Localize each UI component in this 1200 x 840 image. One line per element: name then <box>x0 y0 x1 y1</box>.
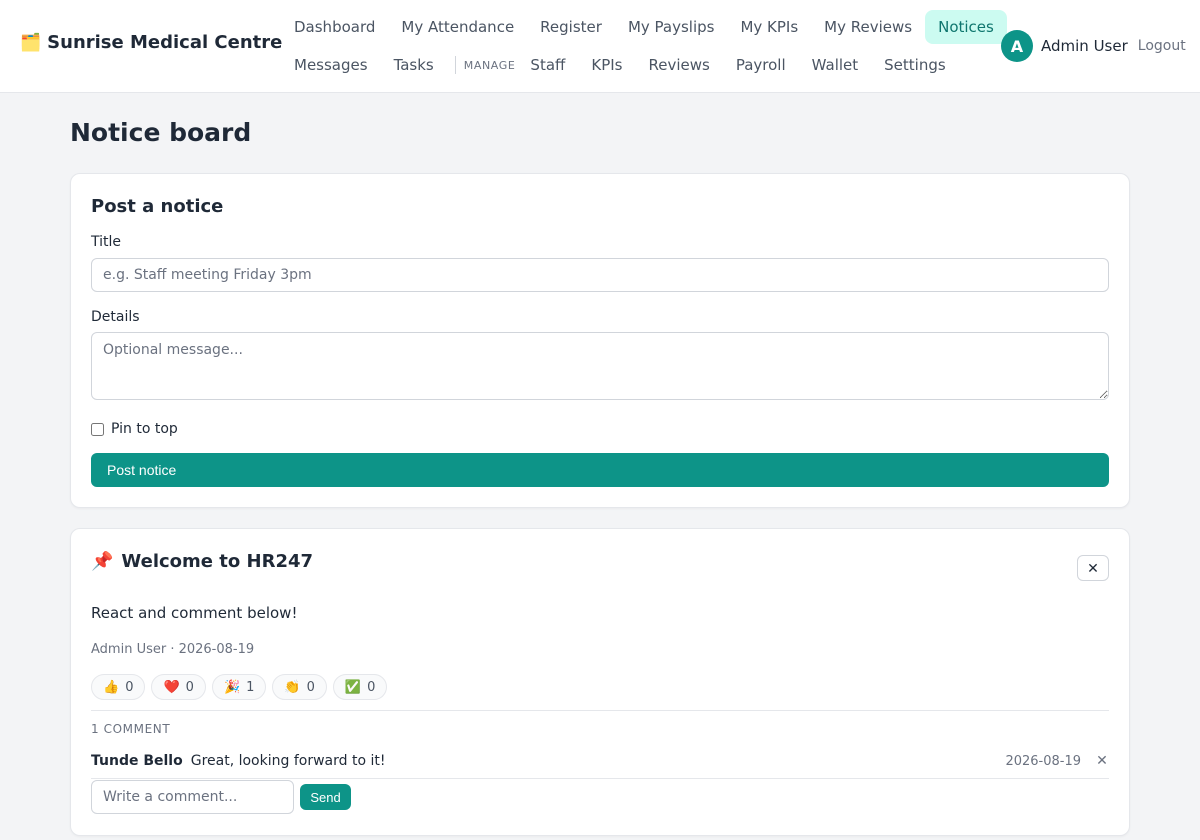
nav-kpis[interactable]: KPIs <box>578 48 635 82</box>
comment-text: Great, looking forward to it! <box>190 753 386 769</box>
pin-icon: 📌 <box>91 551 114 572</box>
logout-link[interactable]: Logout <box>1138 38 1186 54</box>
pin-to-top-row[interactable]: Pin to top <box>91 421 178 437</box>
comment-item: Tunde Bello Great, looking forward to it… <box>91 753 1109 769</box>
top-header: 🗂️ Sunrise Medical Centre Dashboard My A… <box>0 0 1200 93</box>
comment-input[interactable] <box>91 780 294 814</box>
notice-title-text: Welcome to HR247 <box>121 551 314 572</box>
nav-payroll[interactable]: Payroll <box>723 48 799 82</box>
nav-section-manage: MANAGE <box>463 58 516 72</box>
reaction-count: 0 <box>367 679 376 695</box>
notice-card: 📌 Welcome to HR247 ✕ React and comment b… <box>70 528 1130 836</box>
nav-my-payslips[interactable]: My Payslips <box>615 10 728 44</box>
nav-wallet[interactable]: Wallet <box>799 48 872 82</box>
reaction-clap[interactable]: 👏 0 <box>272 674 327 700</box>
nav-dashboard[interactable]: Dashboard <box>281 10 388 44</box>
delete-notice-button[interactable]: ✕ <box>1077 555 1109 581</box>
nav-messages[interactable]: Messages <box>281 48 381 82</box>
user-menu: A Admin User Logout <box>1001 30 1186 62</box>
reaction-check[interactable]: ✅ 0 <box>332 674 388 700</box>
post-notice-heading: Post a notice <box>91 196 224 217</box>
brand-name: Sunrise Medical Centre <box>47 32 283 53</box>
reaction-bar: 👍 0 ❤️ 0 🎉 1 👏 0 ✅ 0 <box>91 674 388 700</box>
post-notice-card: Post a notice Title Details Pin to top P… <box>70 173 1130 508</box>
details-label: Details <box>91 309 140 325</box>
post-notice-button[interactable]: Post notice <box>91 453 1109 487</box>
notice-title: 📌 Welcome to HR247 <box>91 551 313 572</box>
nav-notices[interactable]: Notices <box>925 10 1007 44</box>
reaction-count: 0 <box>125 679 134 695</box>
comment-author: Tunde Bello <box>91 753 183 769</box>
pin-to-top-label: Pin to top <box>111 421 178 437</box>
nav-staff[interactable]: Staff <box>517 48 578 82</box>
notice-details-textarea[interactable] <box>91 332 1109 400</box>
nav-register[interactable]: Register <box>527 10 615 44</box>
notice-body: React and comment below! <box>91 604 298 622</box>
reaction-count: 0 <box>306 679 315 695</box>
nav-my-reviews[interactable]: My Reviews <box>811 10 925 44</box>
reaction-thumbs-up[interactable]: 👍 0 <box>91 674 146 700</box>
clap-icon: 👏 <box>284 679 301 695</box>
delete-comment-button[interactable]: ✕ <box>1095 753 1109 769</box>
thumbs-up-icon: 👍 <box>103 679 120 695</box>
nav-tasks[interactable]: Tasks <box>381 48 447 82</box>
heart-icon: ❤️ <box>163 679 180 695</box>
send-comment-button[interactable]: Send <box>300 784 351 810</box>
divider <box>91 778 1109 779</box>
divider <box>91 710 1109 711</box>
page-title: Notice board <box>70 118 252 147</box>
reaction-heart[interactable]: ❤️ 0 <box>151 674 206 700</box>
reaction-count: 1 <box>246 679 255 695</box>
check-mark-icon: ✅ <box>344 679 362 695</box>
reaction-party[interactable]: 🎉 1 <box>211 674 267 700</box>
user-name: Admin User <box>1041 37 1128 55</box>
comments-heading: 1 COMMENT <box>91 722 171 736</box>
folder-icon: 🗂️ <box>20 32 42 53</box>
pin-to-top-checkbox[interactable] <box>91 422 104 436</box>
nav-settings[interactable]: Settings <box>871 48 959 82</box>
reaction-count: 0 <box>185 679 194 695</box>
nav-my-kpis[interactable]: My KPIs <box>727 10 811 44</box>
brand[interactable]: 🗂️ Sunrise Medical Centre <box>20 32 282 53</box>
party-popper-icon: 🎉 <box>223 679 241 695</box>
nav-divider <box>454 56 456 74</box>
nav-reviews[interactable]: Reviews <box>635 48 722 82</box>
avatar[interactable]: A <box>1001 30 1033 62</box>
nav-my-attendance[interactable]: My Attendance <box>388 10 527 44</box>
notice-title-input[interactable] <box>91 258 1109 292</box>
notice-meta: Admin User · 2026-08-19 <box>91 642 255 657</box>
comment-date: 2026-08-19 <box>1005 753 1081 769</box>
nav-primary: Dashboard My Attendance Register My Pays… <box>281 10 1007 44</box>
title-label: Title <box>91 234 122 250</box>
nav-secondary: Messages Tasks MANAGE Staff KPIs Reviews… <box>281 48 959 82</box>
